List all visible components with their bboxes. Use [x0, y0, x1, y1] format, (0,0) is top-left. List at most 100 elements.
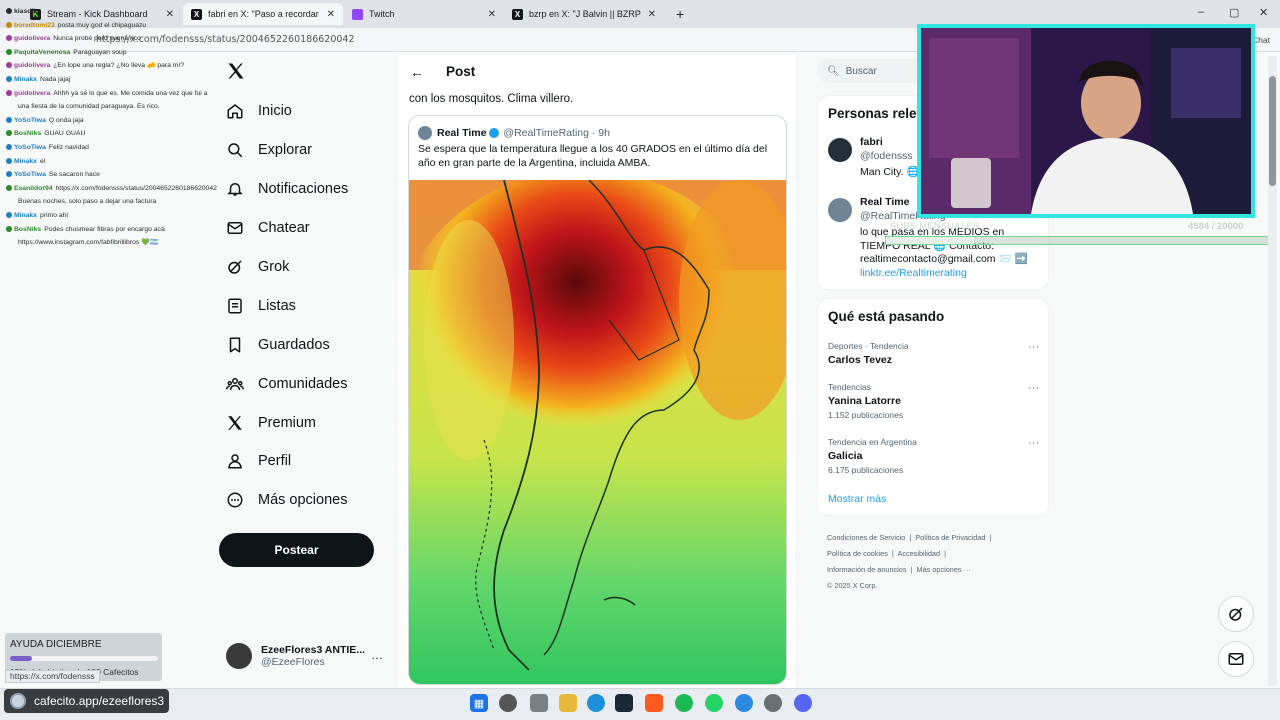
nav-item-perfil[interactable]: Perfil: [226, 446, 291, 476]
verified-badge-icon: [489, 128, 500, 138]
more-icon[interactable]: …: [371, 648, 383, 662]
file-explorer-icon[interactable]: [559, 694, 577, 712]
chat-username: PaquitaVenenosa: [14, 48, 71, 56]
app-icon[interactable]: [764, 694, 782, 712]
chat-message: https://www.instagram.com/fabfibrillibro…: [18, 239, 158, 247]
footer-link[interactable]: Información de anuncios: [827, 565, 907, 574]
person-link[interactable]: linktr.ee/Realtimerating: [860, 267, 967, 279]
nav-label: Premium: [258, 415, 317, 431]
donation-progress-fill: [10, 656, 33, 661]
discord-icon[interactable]: [794, 694, 812, 712]
nav-label: Guardados: [258, 337, 330, 353]
chat-username: BosNiks: [14, 130, 42, 138]
steam-icon[interactable]: [615, 694, 633, 712]
chat-username: Minakx: [14, 76, 38, 83]
nav-label: Inicio: [258, 103, 292, 119]
chat-username: boredtomi23: [14, 21, 55, 29]
messages-button[interactable]: [1218, 641, 1254, 677]
nav-label: Más opciones: [258, 492, 348, 508]
chat-text: posta muy god el chipaguazu: [57, 21, 147, 29]
cafecito-icon: [10, 693, 26, 709]
footer-link[interactable]: Política de cookies: [827, 549, 888, 558]
chat-badge-icon: [6, 157, 12, 164]
nav-item-explorar[interactable]: Explorar: [226, 135, 312, 165]
chat-badge-icon: [6, 35, 12, 42]
account-handle: @EzeeFlores: [261, 656, 325, 668]
maximize-button[interactable]: ▢: [1229, 6, 1239, 19]
more-icon[interactable]: ···: [1028, 437, 1039, 449]
chat-username: Minakx: [14, 212, 38, 219]
chat-badge-icon: [6, 21, 12, 28]
chat-message: kiasdik: [6, 8, 40, 16]
close-icon[interactable]: ✕: [488, 9, 496, 20]
footer-link[interactable]: Accesibilidad: [897, 549, 940, 558]
mail-icon: [1228, 653, 1244, 665]
chat-text: una fiesta de la comunidad paraguaya. Es…: [18, 103, 160, 111]
chat-username: BosNiks: [14, 225, 42, 233]
minimize-button[interactable]: –: [1198, 6, 1204, 18]
close-icon[interactable]: ✕: [327, 9, 335, 20]
chat-text: https://www.instagram.com/fabfibrillibro…: [18, 239, 159, 247]
tab-twitch[interactable]: Twitch ✕: [344, 3, 504, 25]
temperature-map-image[interactable]: [409, 180, 787, 685]
chat-badge-icon: [6, 130, 12, 137]
more-icon[interactable]: ···: [1028, 382, 1039, 394]
chat-message: PaquitaVenenosa Paraguayan soup: [6, 48, 127, 57]
app-icon[interactable]: [645, 694, 663, 712]
footer-link[interactable]: Condiciones de Servicio: [827, 533, 905, 542]
avatar: [226, 643, 252, 669]
trend-item[interactable]: Tendencia en Argentina Galicia 6.175 pub…: [828, 437, 1043, 475]
tab-bzrp-post[interactable]: X bzrp en X: "J Balvin || BZRP Music ✕: [504, 3, 664, 25]
chat-username: guidolivera: [14, 89, 51, 97]
back-arrow-icon[interactable]: ←: [410, 64, 424, 80]
windows-start-icon[interactable]: ▦: [470, 694, 488, 712]
trend-item[interactable]: Deportes · Tendencia Carlos Tevez ···: [828, 341, 1043, 366]
new-tab-button[interactable]: +: [668, 3, 690, 25]
spotify-icon[interactable]: [675, 694, 693, 712]
account-switcher[interactable]: EzeeFlores3 ANTIE... @EzeeFlores …: [226, 640, 391, 672]
nav-item-notificaciones[interactable]: Notificaciones: [226, 174, 348, 204]
chat-badge-icon: [6, 184, 12, 191]
quoted-tweet[interactable]: Real Time @RealTimeRating · 9h Se espera…: [408, 115, 787, 685]
nav-item-mas-opciones[interactable]: Más opciones: [226, 485, 347, 515]
search-icon[interactable]: [499, 694, 517, 712]
chat-text: Feliz navidad: [48, 144, 89, 151]
close-window-button[interactable]: ✕: [1259, 6, 1268, 19]
task-view-icon[interactable]: [530, 694, 548, 712]
person-bio: lo que pasa en los MEDIOS en TIEMPO REAL…: [860, 226, 1028, 266]
grok-icon: [1229, 607, 1243, 621]
trend-name: Galicia: [828, 450, 863, 462]
more-icon[interactable]: ···: [1028, 341, 1039, 353]
more-icon: [227, 492, 243, 508]
nav-item-grok[interactable]: Grok: [226, 252, 289, 282]
page-title: Post: [446, 64, 476, 79]
x-icon: X: [512, 8, 523, 20]
chat-message: una fiesta de la comunidad paraguaya. Es…: [18, 103, 160, 111]
nav-item-inicio[interactable]: Inicio: [226, 96, 292, 126]
close-icon[interactable]: ✕: [648, 9, 656, 20]
avatar: [828, 198, 852, 222]
show-more-link[interactable]: Mostrar más: [828, 493, 886, 505]
chat-text: Podes chusmear fibras por encargo acá: [44, 225, 165, 233]
chat-badge-icon: [6, 89, 12, 96]
post-button[interactable]: Postear: [219, 533, 374, 567]
footer-link[interactable]: Política de Privacidad: [915, 533, 985, 542]
taskbar: [0, 688, 1280, 720]
nav-item-comunidades[interactable]: Comunidades: [226, 369, 347, 399]
edge-icon[interactable]: [587, 694, 605, 712]
footer-links: Condiciones de Servicio | Política de Pr…: [827, 530, 1047, 594]
search-icon: 🔍︎: [827, 65, 840, 77]
nav-item-premium[interactable]: Premium: [226, 408, 316, 438]
scrollbar-thumb[interactable]: [1269, 76, 1276, 186]
scrollbar[interactable]: [1268, 56, 1277, 686]
footer-link[interactable]: Más opciones ···: [917, 565, 971, 574]
app-icon[interactable]: [735, 694, 753, 712]
nav-item-guardados[interactable]: Guardados: [226, 330, 330, 360]
nav-item-listas[interactable]: Listas: [226, 291, 296, 321]
nav-item-chatear[interactable]: Chatear: [226, 213, 310, 243]
grok-button[interactable]: [1218, 596, 1254, 632]
whatsapp-icon[interactable]: [705, 694, 723, 712]
trend-item[interactable]: Tendencias Yanina Latorre 1.152 publicac…: [828, 382, 1043, 420]
chat-badge-icon: [6, 225, 12, 232]
chat-badge-icon: [6, 62, 12, 69]
